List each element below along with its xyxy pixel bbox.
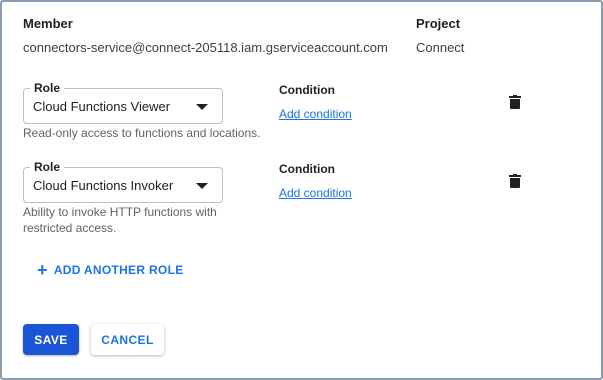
add-another-role-button[interactable]: + ADD ANOTHER ROLE [37, 260, 184, 280]
role-select-2[interactable]: Role Cloud Functions Invoker [23, 159, 223, 203]
role-helper-text-2: Ability to invoke HTTP functions with re… [23, 204, 217, 236]
cancel-button[interactable]: CANCEL [91, 324, 164, 355]
delete-role-2-trash-icon[interactable] [509, 174, 521, 188]
project-name: Connect [416, 40, 465, 55]
role-legend: Role [30, 159, 65, 175]
dropdown-caret-icon [196, 104, 208, 110]
role-select-1[interactable]: Role Cloud Functions Viewer [23, 80, 223, 124]
plus-icon: + [37, 260, 48, 280]
helper-line: Ability to invoke HTTP functions with [23, 205, 217, 219]
member-email: connectors-service@connect-205118.iam.gs… [23, 40, 388, 55]
role-value: Cloud Functions Viewer [33, 99, 171, 114]
role-helper-text-1: Read-only access to functions and locati… [23, 125, 260, 141]
helper-line: restricted access. [23, 221, 117, 235]
add-condition-link-1[interactable]: Add condition [279, 107, 352, 121]
add-condition-link-2[interactable]: Add condition [279, 186, 352, 200]
condition-label-2: Condition [279, 162, 335, 176]
member-header: Member [23, 16, 73, 31]
edit-permissions-panel: Member Project connectors-service@connec… [0, 0, 603, 380]
delete-role-1-trash-icon[interactable] [509, 95, 521, 109]
condition-label-1: Condition [279, 83, 335, 97]
project-header: Project [416, 16, 461, 31]
add-another-role-label: ADD ANOTHER ROLE [53, 263, 184, 277]
role-value: Cloud Functions Invoker [33, 178, 174, 193]
dropdown-caret-icon [196, 183, 208, 189]
helper-line: Read-only access to functions and locati… [23, 126, 261, 140]
save-button[interactable]: SAVE [23, 324, 79, 355]
role-legend: Role [30, 80, 65, 96]
